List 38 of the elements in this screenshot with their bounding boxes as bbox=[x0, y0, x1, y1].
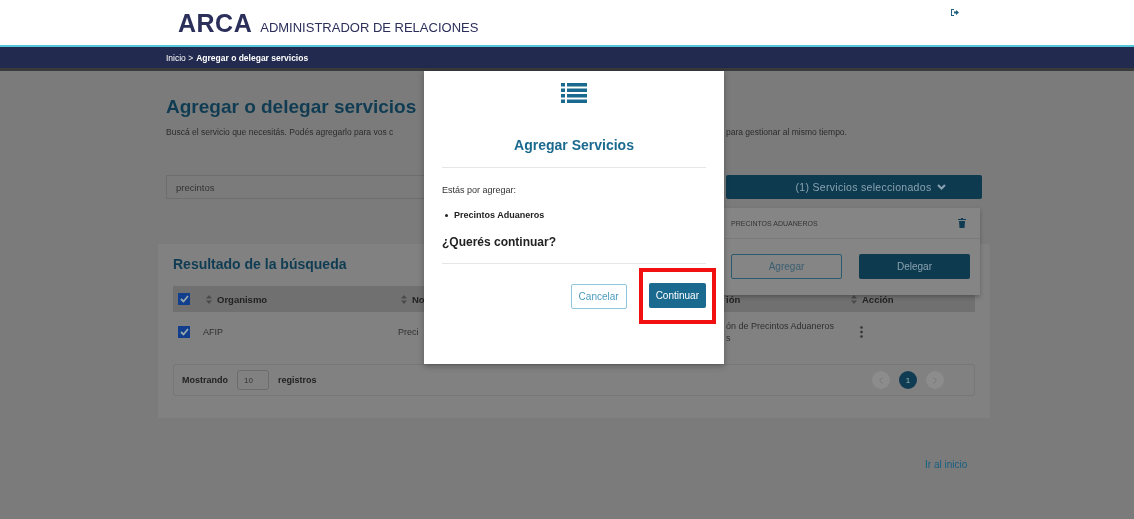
dialog-question: ¿Querés continuar? bbox=[442, 235, 558, 249]
table-cell-text: Preci bbox=[398, 326, 420, 338]
service-action-button[interactable]: Delegar bbox=[859, 254, 970, 279]
dialog-text: Estás por agregar: bbox=[442, 185, 518, 195]
column-header: ión bbox=[726, 293, 741, 305]
breadcrumb-home-link[interactable]: Inicio > bbox=[166, 52, 194, 63]
table-cell-text: ón de Precintos Aduaneros s bbox=[726, 320, 836, 344]
search-field[interactable]: precintos bbox=[166, 175, 424, 199]
more-options-icon[interactable] bbox=[860, 326, 863, 338]
sort-icon[interactable] bbox=[401, 294, 407, 304]
results-title: Resultado de la búsqueda bbox=[173, 256, 347, 272]
column-header: No bbox=[412, 293, 425, 305]
dialog-title: Agregar Servicios bbox=[513, 137, 635, 153]
dialog-button[interactable]: Cancelar bbox=[570, 283, 627, 309]
page-description: para gestionar al mismo tiempo. bbox=[726, 127, 848, 137]
page-size-field[interactable]: 10 bbox=[237, 370, 269, 390]
sort-icon[interactable] bbox=[206, 294, 212, 304]
selected-services-button[interactable]: (1) Servicios seleccionados bbox=[726, 175, 982, 199]
checkbox[interactable] bbox=[178, 293, 190, 305]
logo: ARCA bbox=[178, 9, 253, 38]
showing-label: Mostrando bbox=[182, 375, 228, 385]
column-header: Organismo bbox=[217, 293, 268, 305]
chevron-down-icon bbox=[937, 184, 947, 190]
service-list-item: Precintos Aduaneros bbox=[454, 209, 545, 221]
page-title: Agregar o delegar servicios bbox=[166, 96, 418, 119]
records-label: registros bbox=[278, 375, 317, 385]
trash-icon[interactable] bbox=[958, 218, 966, 228]
logout-icon[interactable] bbox=[951, 9, 959, 16]
bullet-icon bbox=[445, 213, 448, 217]
page-description: Buscá el servicio que necesitás. Podés agregarlo para vos c bbox=[166, 127, 395, 137]
list-icon bbox=[561, 83, 587, 104]
column-header: Acción bbox=[862, 293, 894, 305]
checkbox[interactable] bbox=[178, 326, 190, 338]
table-cell-text: AFIP bbox=[203, 326, 224, 338]
dialog-button[interactable]: Continuar bbox=[648, 283, 706, 308]
page-number-button[interactable]: 1 bbox=[899, 371, 917, 389]
breadcrumb-current: Agregar o delegar servicios bbox=[196, 52, 309, 63]
site-subtitle: ADMINISTRADOR DE RELACIONES bbox=[260, 20, 479, 35]
